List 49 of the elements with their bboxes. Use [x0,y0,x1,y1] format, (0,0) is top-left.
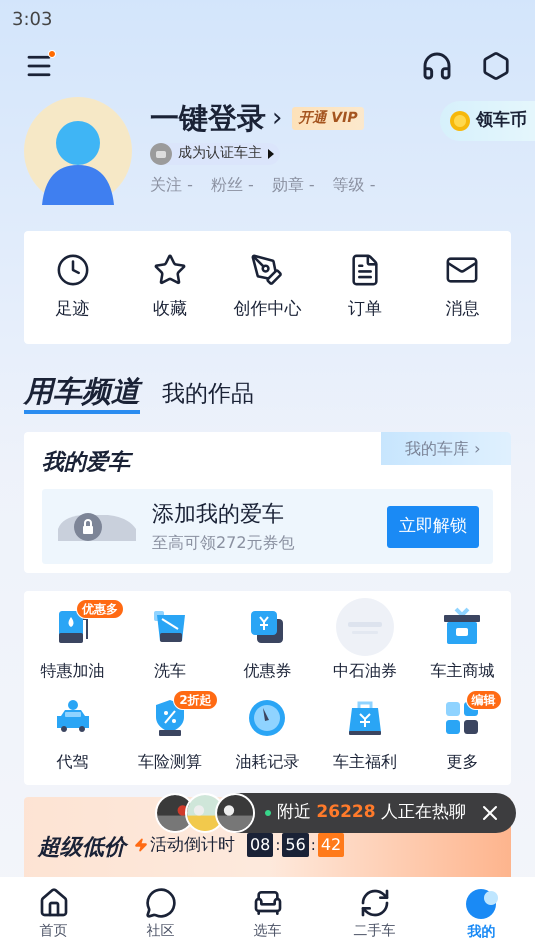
unlock-button[interactable]: 立即解锁 [387,506,479,548]
chat-count-text: 附近 26228 人正在热聊 [277,801,466,824]
nav-tab[interactable]: 选车 [214,886,321,942]
service-item[interactable]: 油耗记录 [235,688,300,774]
nav-tab[interactable]: 首页 [0,886,107,942]
add-car-title: 添加我的爱车 [152,501,285,530]
pen-icon [250,252,284,287]
service-item[interactable]: 洗车 [148,596,192,683]
nav-tab[interactable]: 社区 [107,886,214,942]
countdown-separator: : [275,834,280,856]
service-item[interactable]: 代驾 [50,688,95,774]
refresh-icon [358,886,390,918]
chat-bubble-icon [144,886,176,918]
service-item[interactable]: 车主福利 [332,688,397,774]
settings-icon[interactable] [481,50,511,81]
quick-action[interactable]: 创作中心 [218,252,316,322]
clock-icon [56,252,90,287]
house-icon [38,886,70,918]
promo-badge: 优惠多 [76,598,124,619]
nav-tab[interactable]: 我的 [428,886,535,942]
coin-icon [450,111,470,132]
service-item[interactable]: 优惠券 [243,596,292,683]
countdown-digit: 56 [282,833,309,857]
login-link[interactable]: 一键登录 › [150,97,282,141]
status-time: 3:03 [12,8,52,32]
promo-badge: 2折起 [173,690,218,710]
countdown-digit: 08 [247,833,274,857]
car-badge-icon [150,142,172,165]
promo-title: 超级低价 [38,831,126,864]
star-icon [153,252,188,287]
quick-action[interactable]: 足迹 [24,252,122,322]
quick-action[interactable]: 收藏 [121,252,219,322]
verify-owner-pill[interactable]: 成为认证车主 [150,142,280,165]
countdown-separator: : [310,834,316,856]
section-tab[interactable]: 我的作品 [162,383,254,414]
service-item[interactable]: 车主商城 [430,596,494,683]
caret-icon [268,148,274,159]
countdown-digit: 42 [318,833,344,857]
add-car-subtitle: 至高可领272元券包 [152,532,296,554]
service-item[interactable]: 中石油券 [332,596,397,683]
coin-button[interactable]: 领车币 [440,101,535,142]
headset-icon[interactable] [421,50,453,82]
countdown-label: 活动倒计时 [150,834,235,857]
vip-badge[interactable]: 开通 VIP [292,107,364,130]
quick-action[interactable]: 订单 [316,252,414,322]
nav-tab[interactable]: 二手车 [321,886,428,942]
placeholder-circle-icon [336,598,394,656]
quick-action[interactable]: 消息 [414,252,511,322]
promo-badge: 编辑 [466,690,502,710]
